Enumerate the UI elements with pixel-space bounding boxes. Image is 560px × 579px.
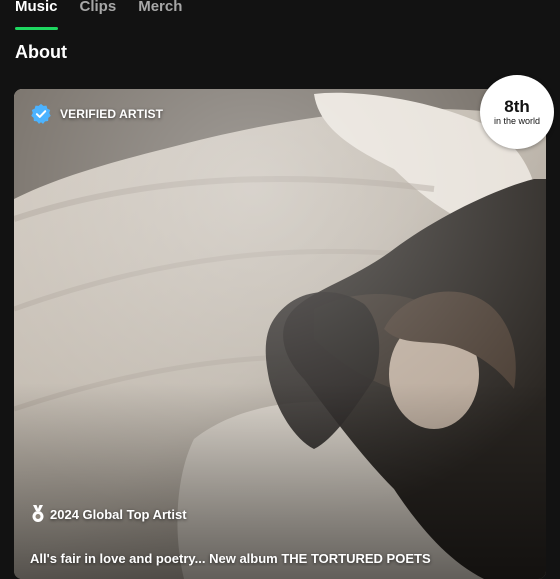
artist-bio-preview: All's fair in love and poetry... New alb… bbox=[30, 551, 431, 566]
tab-music[interactable]: Music bbox=[15, 0, 58, 30]
verified-check-icon bbox=[31, 103, 51, 124]
award-label: 2024 Global Top Artist bbox=[50, 506, 187, 522]
verified-artist-badge: VERIFIED ARTIST bbox=[30, 103, 163, 125]
tab-clips[interactable]: Clips bbox=[80, 0, 117, 30]
world-rank-caption: in the world bbox=[493, 115, 541, 126]
verified-artist-label: VERIFIED ARTIST bbox=[60, 107, 164, 121]
tab-merch[interactable]: Merch bbox=[138, 0, 182, 30]
medal-icon bbox=[32, 505, 44, 522]
world-rank-badge: 8th in the world bbox=[480, 75, 554, 149]
global-top-artist-award: 2024 Global Top Artist bbox=[30, 505, 187, 523]
world-rank-number: 8th bbox=[504, 96, 530, 116]
content-tabs: Music Clips Merch bbox=[15, 0, 182, 32]
about-heading: About bbox=[15, 42, 67, 62]
about-card[interactable]: VERIFIED ARTIST 2024 Global Top Artist A… bbox=[14, 89, 546, 579]
